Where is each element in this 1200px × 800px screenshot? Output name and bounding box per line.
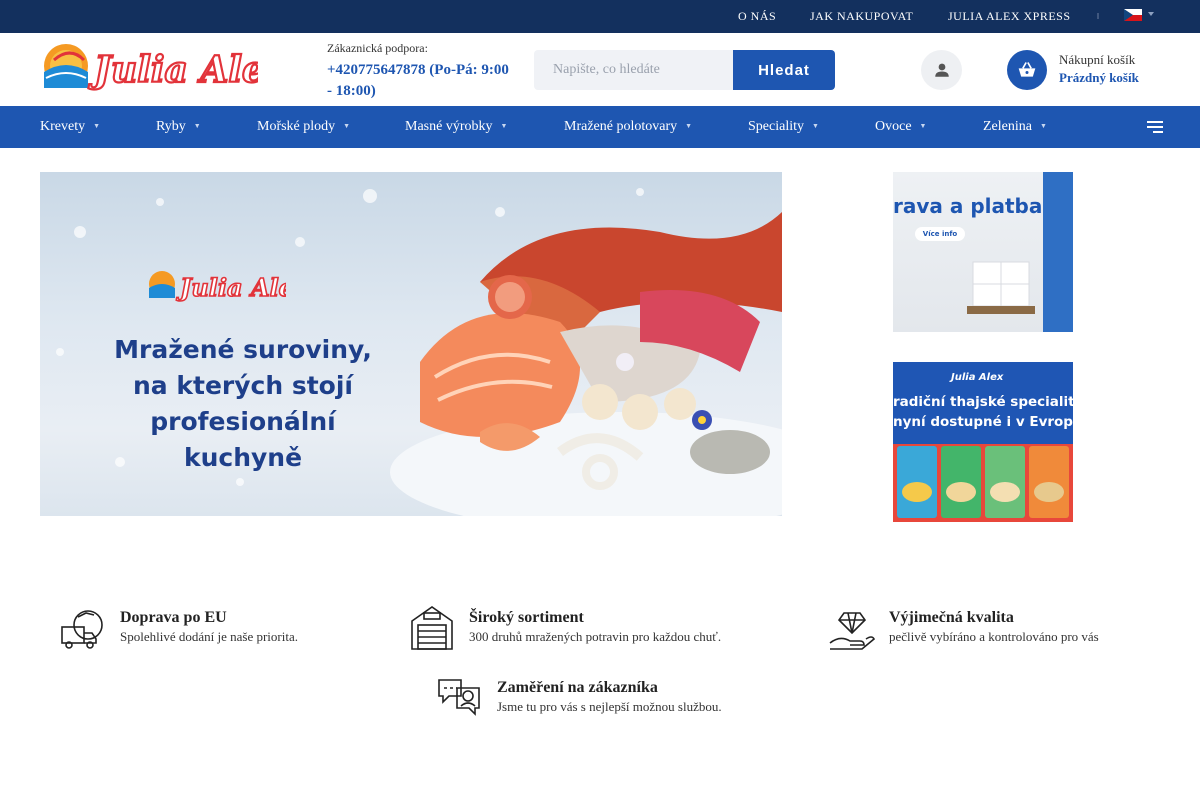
nav-item-speciality[interactable]: Speciality ▼ (748, 119, 819, 135)
feature-desc: 300 druhů mražených potravin pro každou … (469, 629, 722, 644)
svg-text:Julia Alex: Julia Alex (88, 49, 258, 91)
feature-title: Široký sortiment (469, 609, 584, 626)
banner-headline: Mražené suroviny, na kterých stojí profe… (114, 335, 372, 472)
how-to-buy-link[interactable]: JAK NAKUPOVAT (810, 9, 913, 24)
products-illustration (893, 444, 1073, 522)
chevron-down-icon: ▼ (343, 122, 351, 130)
cart-summary[interactable]: Nákupní košík Prázdný košík (1059, 52, 1139, 86)
chevron-down-icon: ▼ (812, 122, 819, 130)
banner-logo: Julia Alex (149, 271, 286, 303)
diamond-hand-icon (828, 603, 876, 656)
separator (1097, 13, 1099, 19)
thai-specialities-banner[interactable]: Julia Alex radiční thajské speciality ny… (893, 362, 1073, 522)
feature-desc: Jsme tu pro vás s nejlepší možnou službo… (497, 699, 722, 714)
chevron-down-icon: ▼ (685, 122, 693, 130)
main-nav: Krevety ▼ Ryby ▼ Mořské plody ▼ Masné výrob… (0, 106, 1200, 148)
boxes-illustration (967, 172, 1073, 332)
language-caret-icon[interactable] (1148, 12, 1154, 16)
warehouse-icon (408, 603, 456, 656)
nav-item-ovoce[interactable]: Ovoce ▼ (875, 119, 926, 135)
svg-text:Julia Alex: Julia Alex (176, 273, 286, 302)
feature-desc: pečlivě vybíráno a kontrolováno pro vás (889, 629, 1099, 644)
customer-chat-icon (435, 674, 483, 725)
search-bar: Hledat (534, 50, 835, 90)
site-logo[interactable]: Julia Alex (40, 38, 288, 98)
feature-desc: Spolehlivé dodání je naše priorita. (120, 629, 298, 644)
feature-shipping: Doprava po EU Spolehlivé dodání je naše … (120, 608, 298, 646)
xpress-link[interactable]: JULIA ALEX XPRESS (948, 9, 1071, 24)
user-icon (934, 63, 949, 77)
cart-button[interactable] (1007, 50, 1047, 90)
delivery-payment-banner[interactable]: rava a platba Více info (893, 172, 1073, 332)
feature-title: Výjimečná kvalita (889, 609, 1014, 626)
support-phone-link[interactable]: +420775647878 (Po-Pá: 9:00 - 18:00) (327, 60, 517, 102)
search-input[interactable] (534, 50, 733, 90)
support-label: Zákaznická podpora: (327, 41, 428, 55)
basket-icon (1018, 62, 1036, 77)
feature-title: Zaměření na zákazníka (497, 679, 658, 696)
chevron-down-icon: ▼ (1039, 122, 1047, 130)
chevron-down-icon: ▼ (919, 122, 927, 130)
feature-assortment: Široký sortiment 300 druhů mražených pot… (469, 608, 721, 646)
customer-support: Zákaznická podpora: +420775647878 (Po-Pá… (327, 41, 517, 102)
cart-status: Prázdný košík (1059, 70, 1139, 85)
hero-banner[interactable]: Julia Alex Mražené suroviny, na kterých … (40, 172, 782, 516)
nav-item-morske-plody[interactable]: Mořské plody ▼ (257, 119, 350, 135)
delivery-truck-icon (58, 603, 106, 656)
feature-customer: Zaměření na zákazníka Jsme tu pro vás s … (497, 678, 722, 716)
search-button[interactable]: Hledat (733, 50, 835, 90)
nav-item-zelenina[interactable]: Zelenina ▼ (983, 119, 1047, 135)
nav-item-ryby[interactable]: Ryby ▼ (156, 119, 201, 135)
nav-item-mrazene-polotovary[interactable]: Mražené polotovary ▼ (564, 119, 692, 135)
cart-title: Nákupní košík (1059, 52, 1136, 67)
about-link[interactable]: O NÁS (738, 9, 776, 24)
chevron-down-icon: ▼ (193, 122, 201, 130)
chevron-down-icon: ▼ (93, 122, 101, 130)
top-bar: O NÁS JAK NAKUPOVAT JULIA ALEX XPRESS (0, 0, 1200, 33)
menu-icon[interactable] (1147, 121, 1163, 133)
nav-item-krevety[interactable]: Krevety ▼ (40, 119, 100, 135)
chevron-down-icon: ▼ (500, 122, 508, 130)
nav-item-masne-vyrobky[interactable]: Masné výrobky ▼ (405, 119, 507, 135)
account-button[interactable] (921, 50, 962, 90)
czech-flag-icon[interactable] (1124, 9, 1142, 21)
feature-title: Doprava po EU (120, 609, 227, 626)
feature-quality: Výjimečná kvalita pečlivě vybíráno a kon… (889, 608, 1099, 646)
